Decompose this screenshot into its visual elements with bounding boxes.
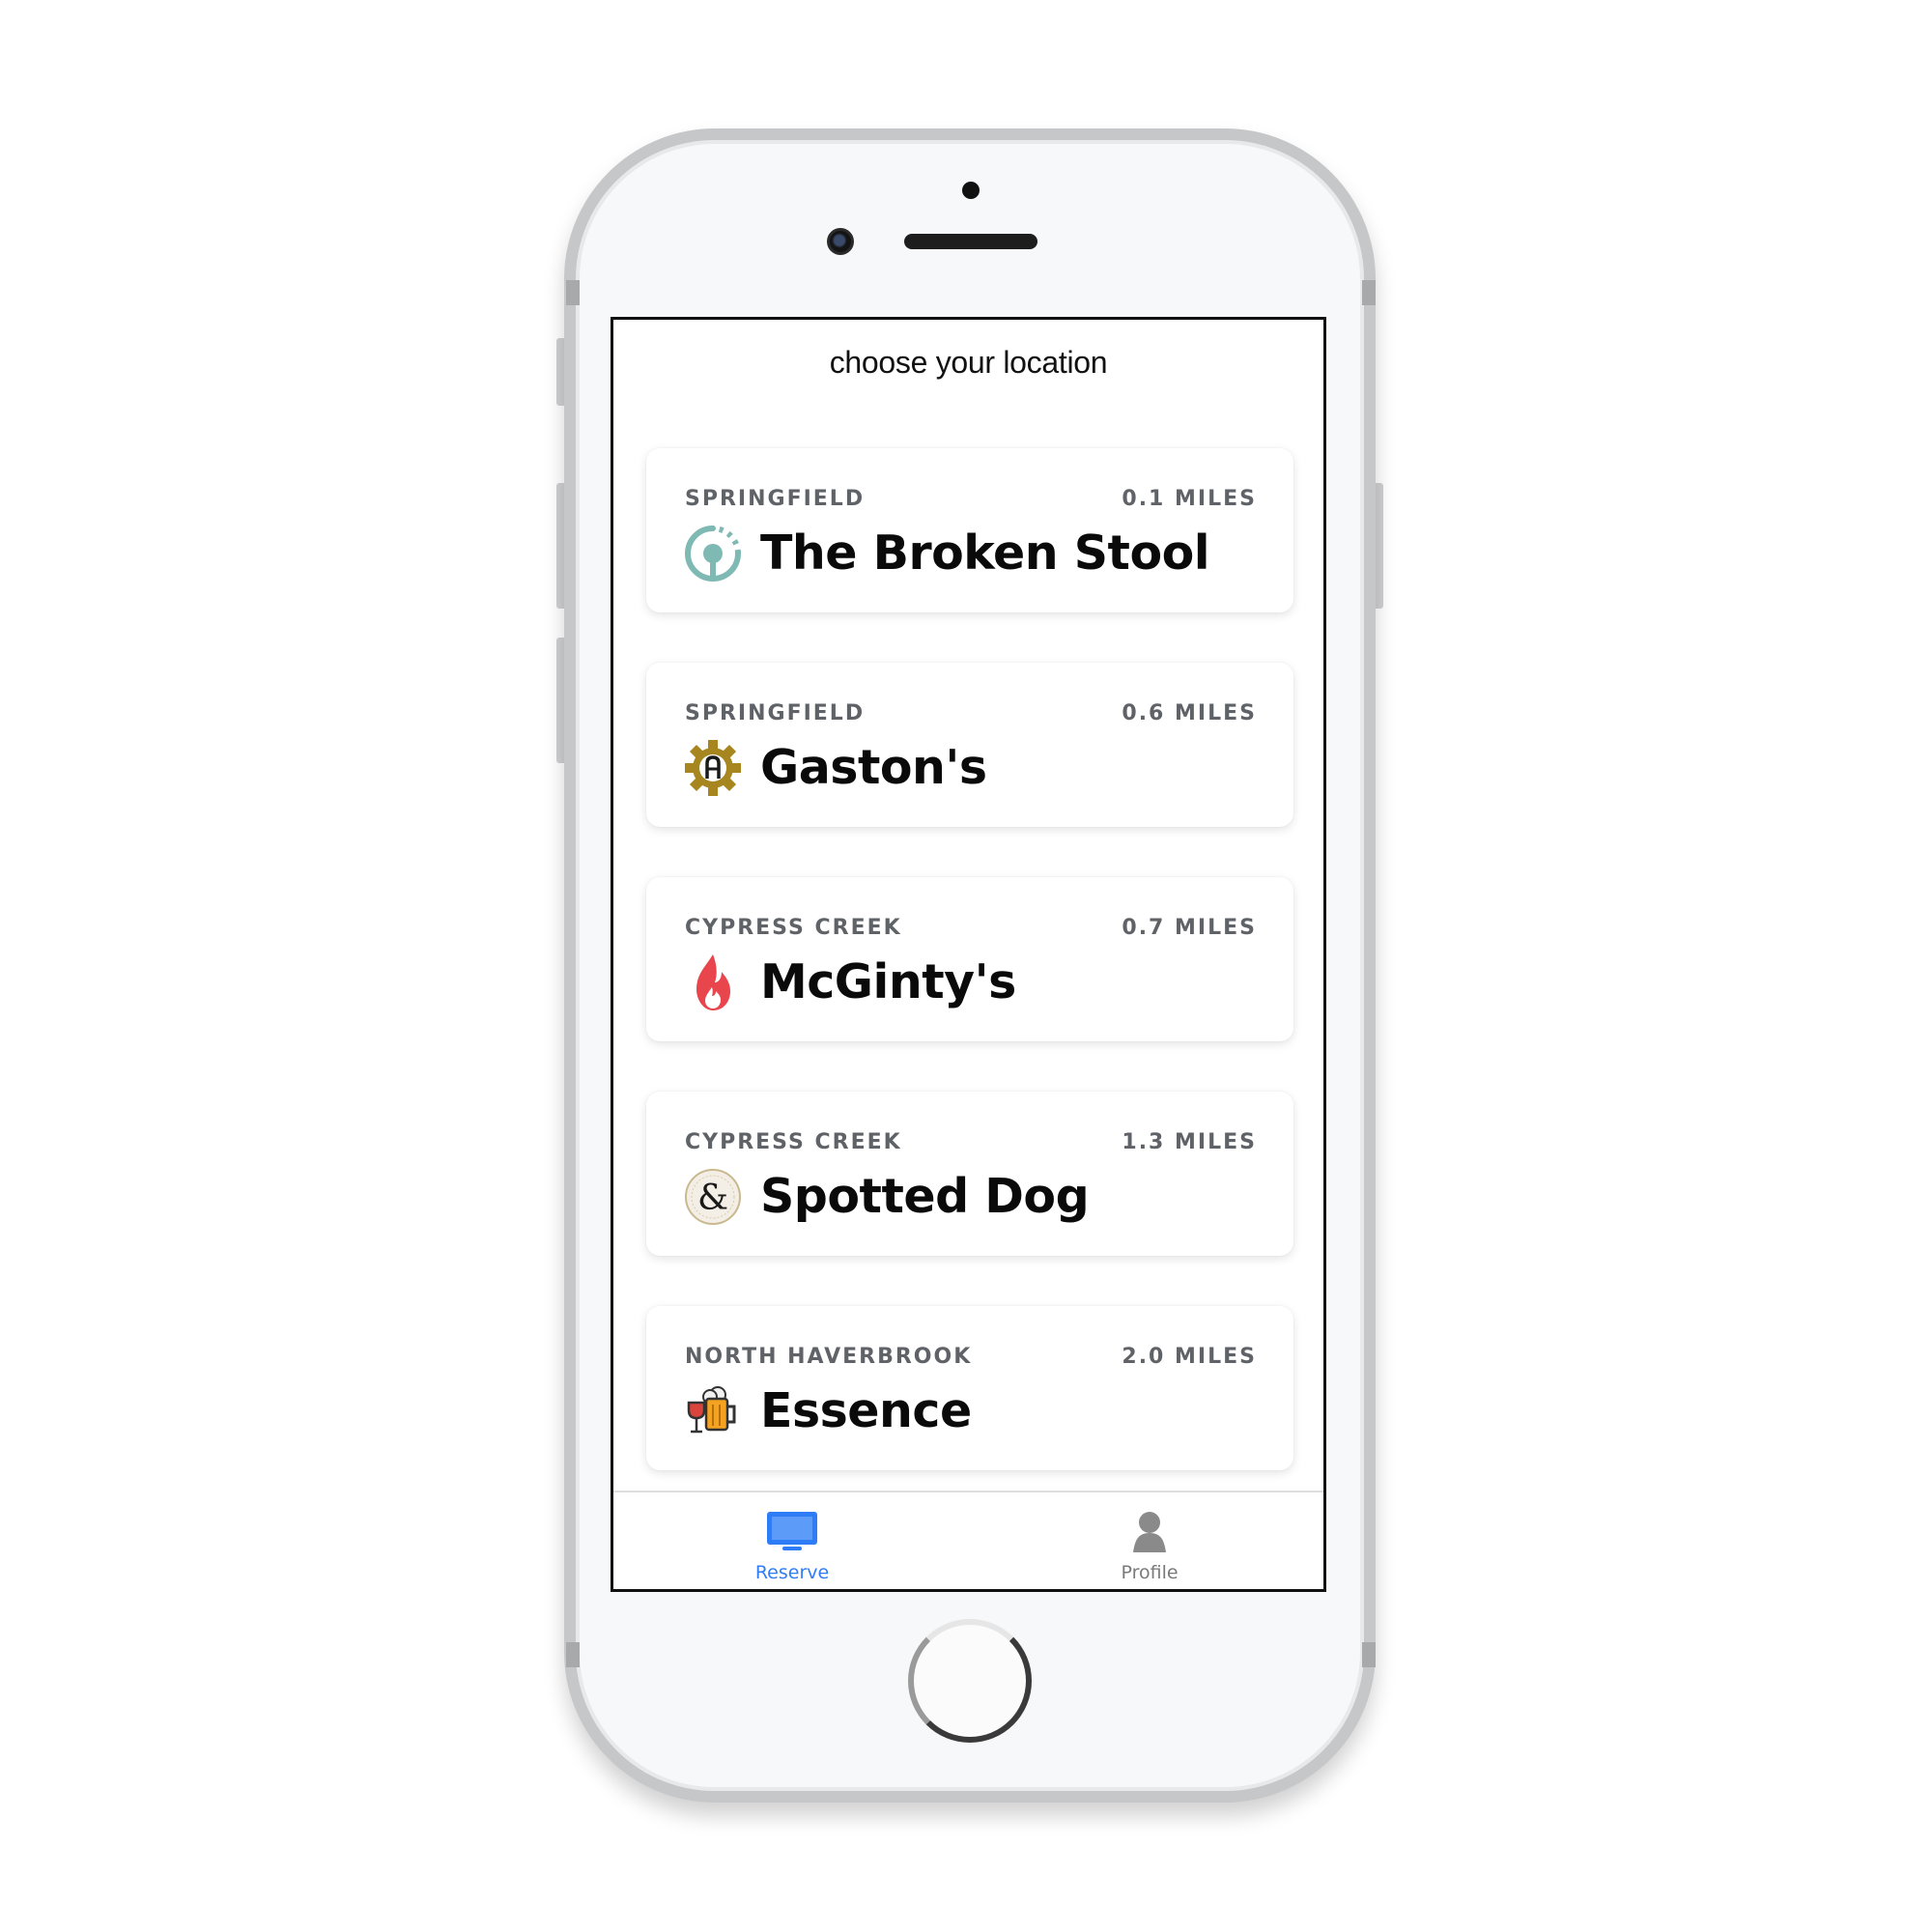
earpiece-speaker [904, 234, 1037, 249]
antenna-band [1362, 1642, 1376, 1667]
location-card[interactable]: CYPRESS CREEK 1.3 MILES & Spotted Dog [646, 1092, 1293, 1256]
wine-beer-logo-icon [683, 1381, 743, 1441]
location-card[interactable]: SPRINGFIELD 0.6 MILES Gaston's [646, 663, 1293, 827]
location-card[interactable]: SPRINGFIELD 0.1 MILES The Broken Stool [646, 448, 1293, 612]
location-name: The Broken Stool [760, 526, 1210, 581]
location-card[interactable]: NORTH HAVERBROOK 2.0 MILES Essence [646, 1306, 1293, 1470]
person-icon [1125, 1510, 1174, 1558]
location-distance: 1.3 MILES [1122, 1130, 1257, 1154]
location-area: NORTH HAVERBROOK [685, 1345, 973, 1369]
location-distance: 0.7 MILES [1122, 916, 1257, 940]
location-name: McGinty's [760, 954, 1016, 1009]
location-area: SPRINGFIELD [685, 487, 866, 511]
location-name: Spotted Dog [760, 1169, 1090, 1224]
location-list[interactable]: SPRINGFIELD 0.1 MILES The Broken Stool S… [613, 405, 1323, 1470]
location-distance: 0.6 MILES [1122, 701, 1257, 725]
monitor-icon [765, 1510, 819, 1556]
location-area: CYPRESS CREEK [685, 916, 902, 940]
app-screen: choose your location SPRINGFIELD 0.1 MIL… [611, 317, 1326, 1592]
antenna-band [566, 280, 580, 305]
tab-reserve[interactable]: Reserve [613, 1492, 971, 1589]
gold-gear-a-logo-icon [683, 738, 743, 798]
page-title: choose your location [829, 344, 1108, 380]
location-distance: 0.1 MILES [1122, 487, 1257, 511]
svg-text:&: & [697, 1179, 728, 1218]
tab-profile[interactable]: Profile [971, 1492, 1323, 1589]
red-flame-logo-icon [683, 952, 743, 1012]
front-camera [827, 228, 854, 255]
tab-bar: Reserve Profile [613, 1491, 1323, 1589]
navigation-bar: choose your location [613, 320, 1323, 407]
location-area: CYPRESS CREEK [685, 1130, 902, 1154]
location-name: Essence [760, 1383, 972, 1438]
tab-label: Profile [1121, 1562, 1179, 1583]
tab-label: Reserve [754, 1562, 830, 1583]
antenna-band [1362, 280, 1376, 305]
teal-circle-logo-icon [683, 524, 743, 583]
home-button[interactable] [908, 1619, 1032, 1743]
location-area: SPRINGFIELD [685, 701, 866, 725]
location-name: Gaston's [760, 740, 987, 795]
location-card[interactable]: CYPRESS CREEK 0.7 MILES McGinty's [646, 877, 1293, 1041]
ampersand-seal-logo-icon: & [683, 1167, 743, 1227]
location-distance: 2.0 MILES [1122, 1345, 1257, 1369]
proximity-sensor [962, 182, 980, 199]
antenna-band [566, 1642, 580, 1667]
